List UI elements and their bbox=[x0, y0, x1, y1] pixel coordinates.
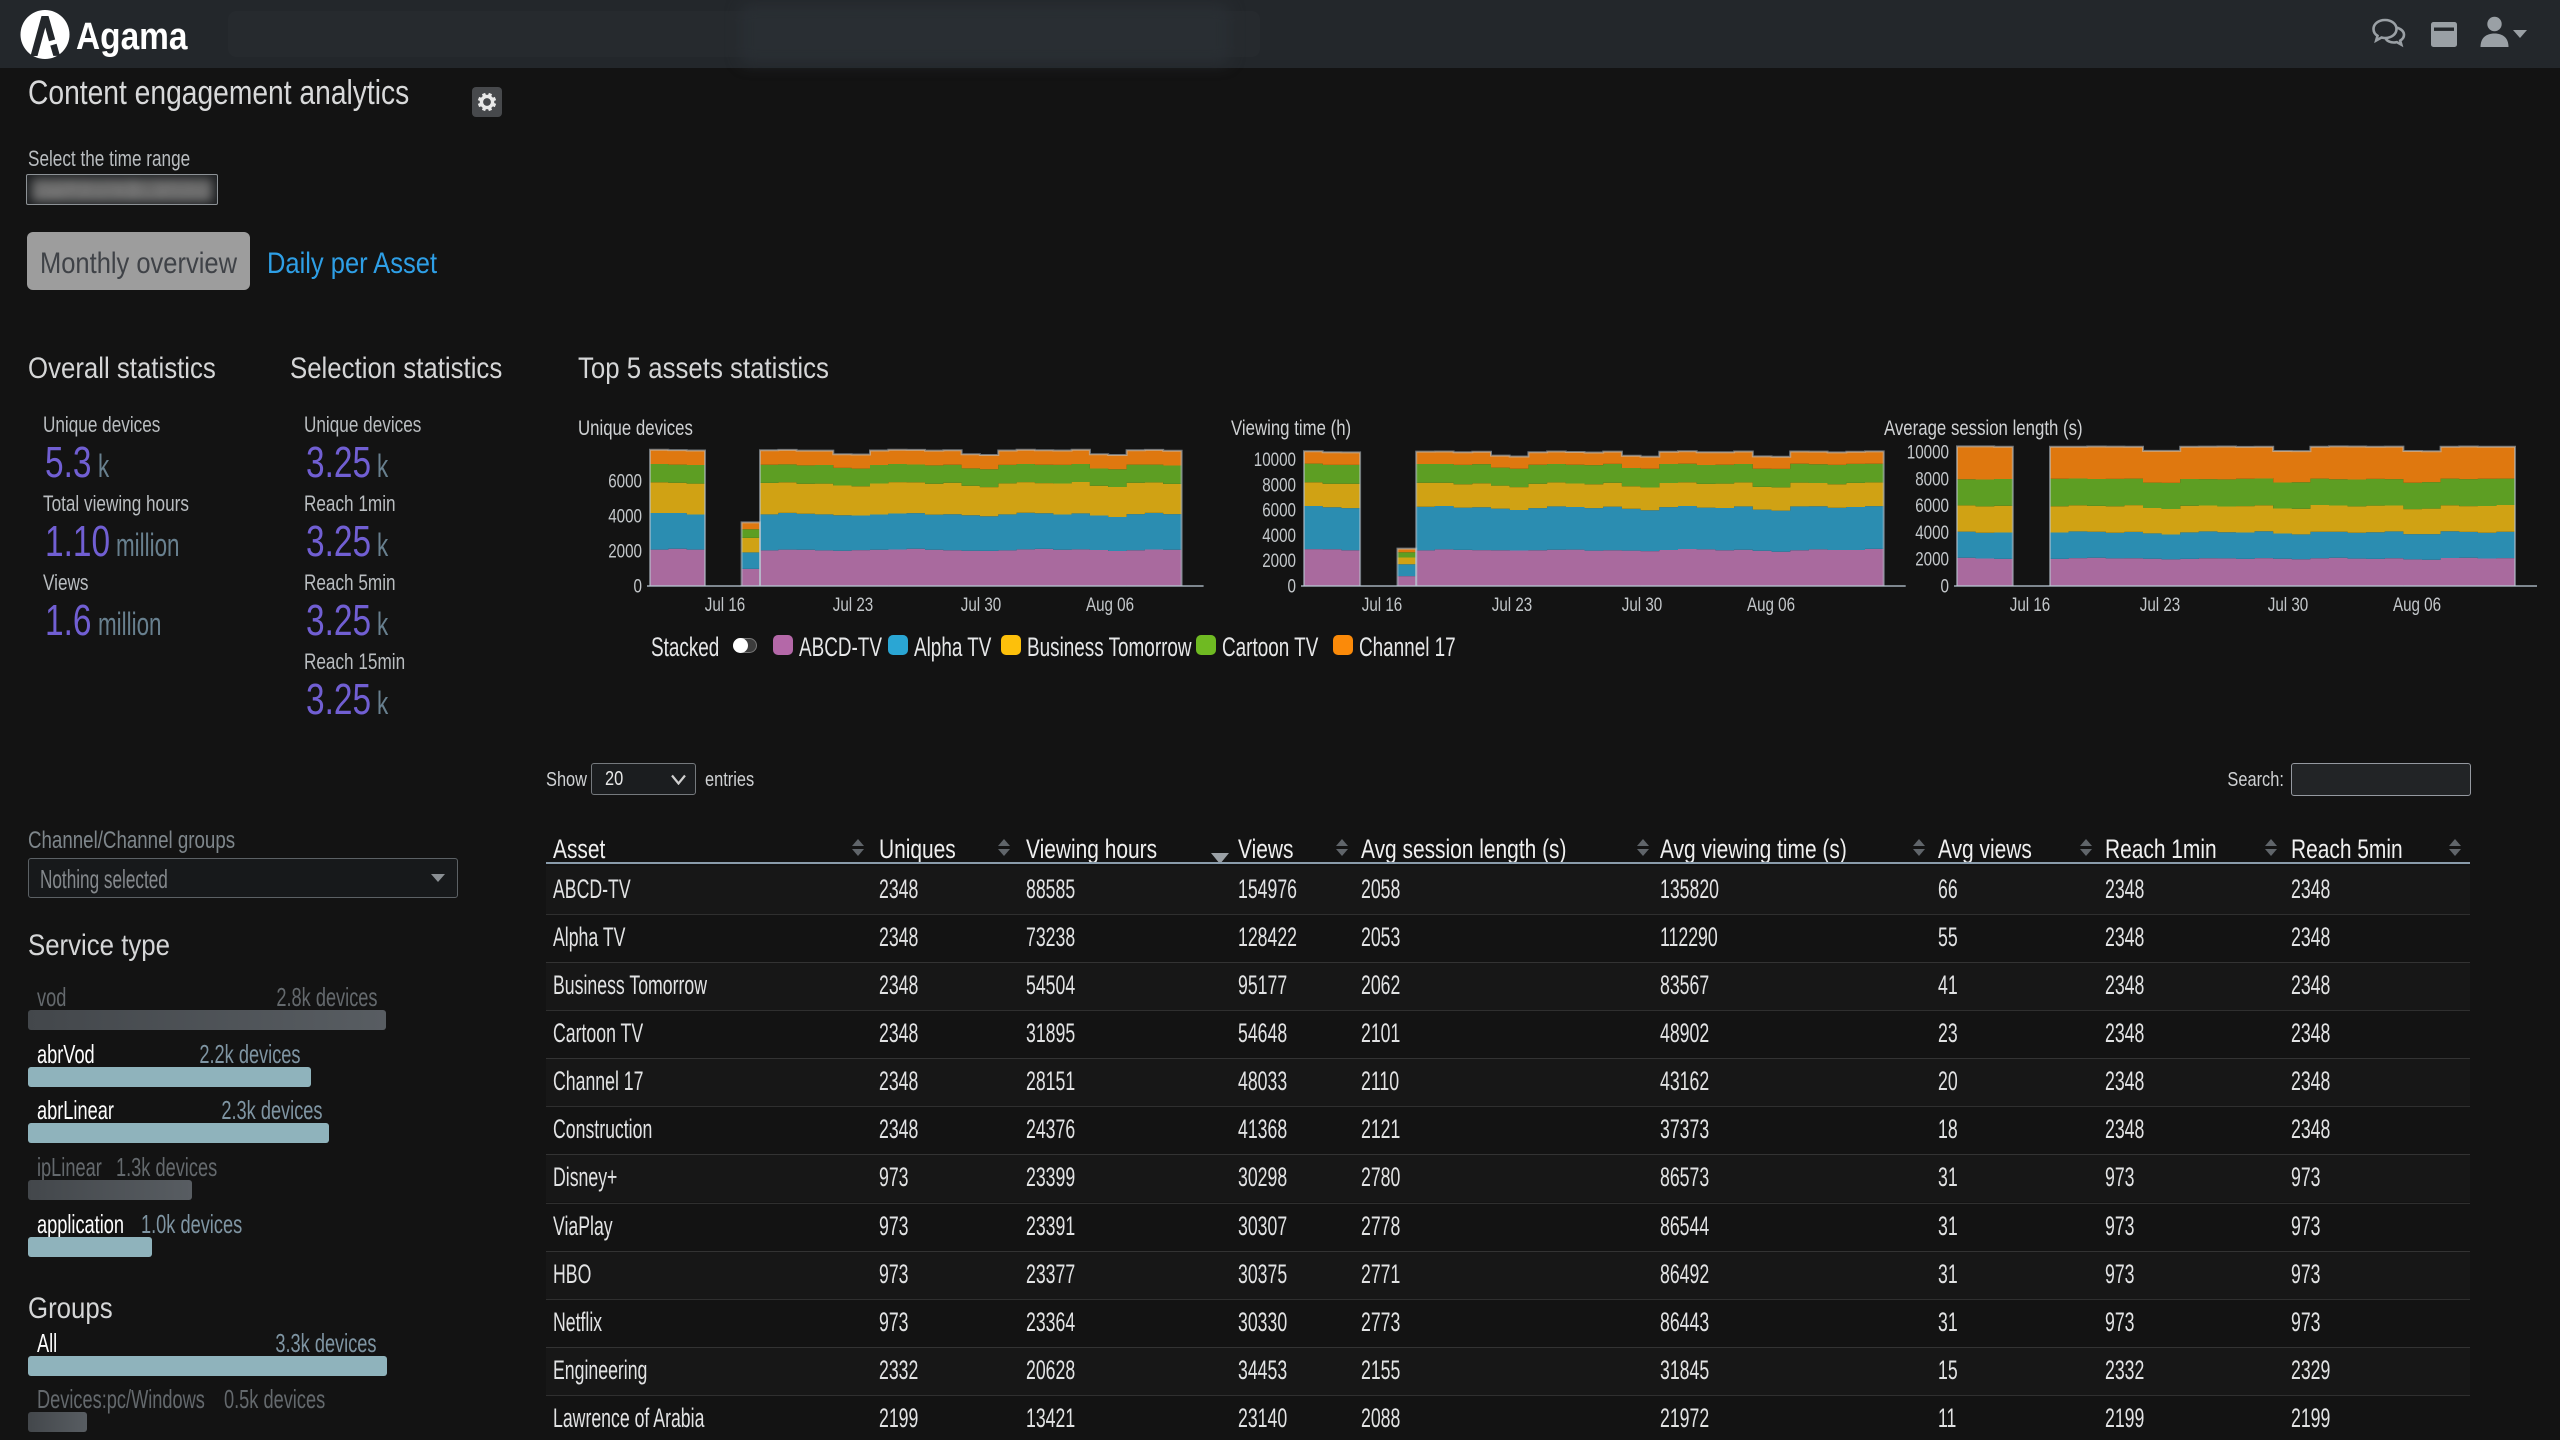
svg-text:Jul 30: Jul 30 bbox=[1622, 593, 1663, 615]
svg-text:Jul 30: Jul 30 bbox=[2268, 593, 2309, 615]
svg-text:2000: 2000 bbox=[1262, 550, 1296, 572]
svg-text:4000: 4000 bbox=[1915, 521, 1949, 543]
svg-text:4000: 4000 bbox=[608, 505, 642, 527]
svg-text:2000: 2000 bbox=[608, 540, 642, 562]
svg-text:2000: 2000 bbox=[1915, 548, 1949, 570]
svg-text:8000: 8000 bbox=[1915, 468, 1949, 490]
svg-text:Aug 06: Aug 06 bbox=[1747, 593, 1795, 615]
svg-text:Jul 30: Jul 30 bbox=[961, 593, 1002, 615]
svg-text:4000: 4000 bbox=[1262, 524, 1296, 546]
svg-text:Jul 16: Jul 16 bbox=[705, 593, 746, 615]
svg-text:Aug 06: Aug 06 bbox=[1086, 593, 1134, 615]
svg-text:Aug 06: Aug 06 bbox=[2393, 593, 2441, 615]
svg-text:6000: 6000 bbox=[1915, 494, 1949, 516]
svg-text:Jul 23: Jul 23 bbox=[833, 593, 874, 615]
svg-text:0: 0 bbox=[1941, 575, 1949, 597]
svg-text:10000: 10000 bbox=[1254, 448, 1296, 470]
svg-text:10000: 10000 bbox=[1907, 441, 1949, 463]
svg-text:6000: 6000 bbox=[608, 470, 642, 492]
svg-text:Jul 23: Jul 23 bbox=[1492, 593, 1533, 615]
svg-text:6000: 6000 bbox=[1262, 499, 1296, 521]
svg-text:Jul 16: Jul 16 bbox=[1362, 593, 1403, 615]
svg-text:0: 0 bbox=[1288, 575, 1296, 597]
svg-text:8000: 8000 bbox=[1262, 474, 1296, 496]
svg-text:Jul 16: Jul 16 bbox=[2010, 593, 2051, 615]
svg-text:Jul 23: Jul 23 bbox=[2140, 593, 2181, 615]
svg-text:0: 0 bbox=[634, 575, 642, 597]
